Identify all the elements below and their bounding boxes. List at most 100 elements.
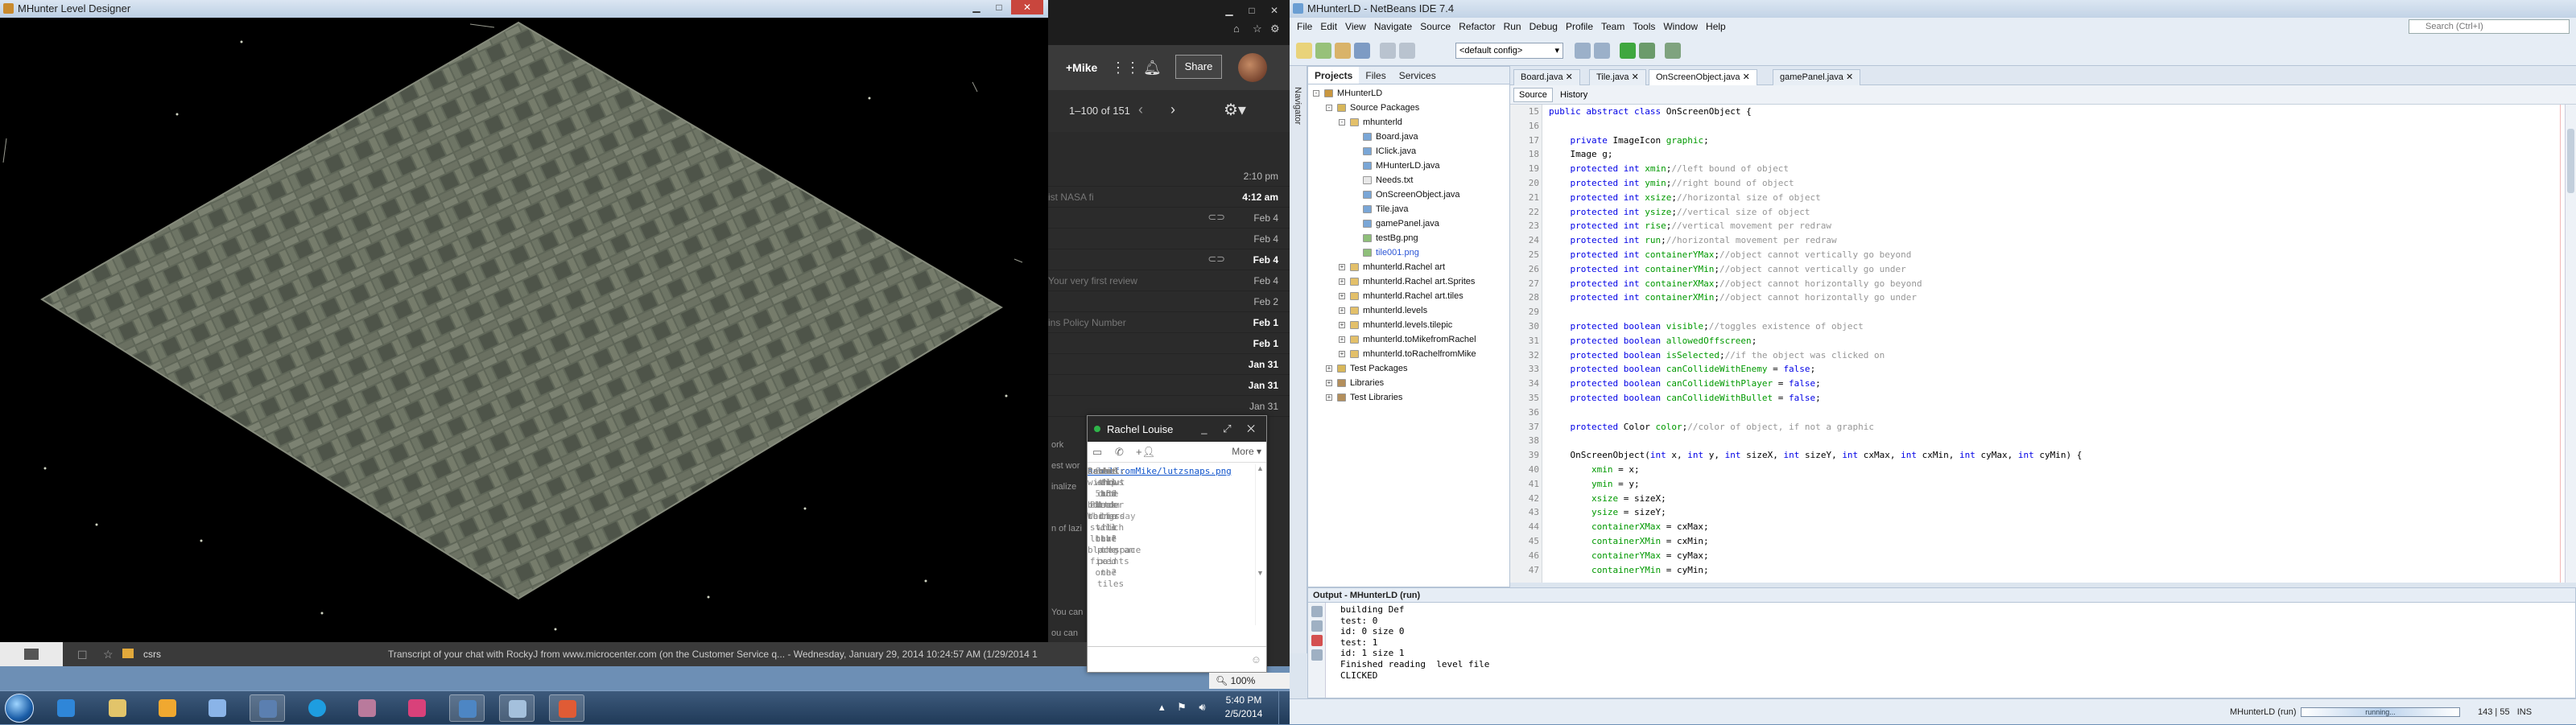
code-line[interactable]: ysize = sizeY;	[1549, 507, 1666, 517]
config-select[interactable]: <default config> ▾	[1455, 43, 1563, 59]
paint-taskbar-icon[interactable]	[200, 694, 235, 722]
output-title[interactable]: Output - MHunterLD (run)	[1308, 588, 2575, 603]
system-tray-icons[interactable]: ▴ ⚑ 🔊︎	[1159, 701, 1211, 714]
tree-node[interactable]: + mhunterld.toRachelfromMike	[1308, 347, 1509, 361]
running-task[interactable]: MHunterLD (run)	[2230, 707, 2297, 717]
tree-node[interactable]: Board.java	[1308, 130, 1509, 144]
code-line[interactable]: protected int run;//horizontal movement …	[1549, 235, 1837, 245]
tree-node[interactable]: OnScreenObject.java	[1308, 187, 1509, 202]
build-icon[interactable]	[1575, 43, 1591, 59]
code-line[interactable]: xsize = sizeX;	[1549, 493, 1666, 504]
tree-node[interactable]: + mhunterld.levels	[1308, 303, 1509, 318]
mail-fragment[interactable]: You can	[1048, 602, 1085, 623]
tree-node[interactable]: + Libraries	[1308, 376, 1509, 390]
mail-row[interactable]: Feb 1	[1048, 333, 1290, 354]
navigator-strip[interactable]: Navigator	[1290, 66, 1307, 653]
tree-node[interactable]: - mhunterld	[1308, 115, 1509, 130]
tree-node[interactable]: gamePanel.java	[1308, 216, 1509, 231]
code-line[interactable]: protected int containerYMin;//object can…	[1549, 264, 1906, 274]
menu-tools[interactable]: Tools	[1629, 18, 1659, 35]
minimize-button[interactable]: ▁	[966, 0, 987, 14]
tab-projects[interactable]: Projects	[1308, 67, 1360, 84]
tree-node[interactable]: + Test Libraries	[1308, 390, 1509, 405]
maximize-button[interactable]: □	[1241, 3, 1262, 18]
tool-taskbar-icon[interactable]	[349, 694, 385, 722]
menu-refactor[interactable]: Refactor	[1455, 18, 1499, 35]
mail-row[interactable]: ⊂⊃ Feb 4	[1048, 208, 1290, 229]
source-view-button[interactable]: Source	[1513, 88, 1553, 102]
notes-taskbar-icon[interactable]	[499, 694, 535, 722]
folder-label[interactable]: csrs	[143, 649, 161, 660]
mail-fragment[interactable]	[1048, 581, 1085, 602]
share-button[interactable]: Share	[1175, 55, 1222, 79]
code-line[interactable]: protected Color color;//color of object,…	[1549, 422, 1875, 432]
message-icon-box[interactable]	[0, 642, 63, 666]
chat-scrollbar[interactable]: ▲ ▼	[1255, 464, 1265, 625]
close-icon[interactable]: ✕	[1740, 72, 1750, 82]
menu-window[interactable]: Window	[1659, 18, 1702, 35]
mail-fragment[interactable]: n of lazi	[1048, 518, 1085, 539]
mail-row[interactable]: ins Policy Number Feb 1	[1048, 312, 1290, 333]
java-taskbar-icon[interactable]	[549, 694, 584, 722]
tab-services[interactable]: Services	[1393, 67, 1443, 84]
code-line[interactable]: protected boolean canCollideWithBullet =…	[1549, 393, 1821, 403]
code-line[interactable]: protected int rise;//vertical movement p…	[1549, 220, 1832, 231]
scroll-thumb[interactable]	[2567, 129, 2574, 193]
settings-icon[interactable]	[1311, 649, 1323, 661]
profile-icon[interactable]	[1665, 43, 1681, 59]
chevron-left-icon[interactable]: ‹	[1138, 101, 1143, 118]
maximize-button[interactable]: □	[989, 0, 1009, 14]
code-editor[interactable]: public abstract class OnScreenObject { p…	[1542, 105, 2565, 583]
tree-node[interactable]: + mhunterld.Rachel art.Sprites	[1308, 274, 1509, 289]
menu-help[interactable]: Help	[1702, 18, 1730, 35]
code-line[interactable]: protected int containerXMax;//object can…	[1549, 278, 1922, 289]
close-icon[interactable]: ✕	[1629, 72, 1639, 82]
editor-tab[interactable]: gamePanel.java ✕	[1773, 69, 1861, 85]
expand-icon[interactable]: +	[1339, 278, 1345, 285]
expand-icon[interactable]: +	[1339, 293, 1345, 299]
tree-node[interactable]: Tile.java	[1308, 202, 1509, 216]
mail-fragment[interactable]	[1048, 560, 1085, 581]
code-line[interactable]: protected boolean allowedOffscreen;	[1549, 336, 1757, 346]
code-line[interactable]: private ImageIcon graphic;	[1549, 135, 1709, 146]
menu-source[interactable]: Source	[1416, 18, 1455, 35]
code-line[interactable]: xmin = x;	[1549, 464, 1640, 475]
menu-file[interactable]: File	[1293, 18, 1316, 35]
mail-row[interactable]: Jan 31	[1048, 375, 1290, 396]
code-line[interactable]: protected boolean canCollideWithPlayer =…	[1549, 378, 1821, 389]
mail-fragment[interactable]: ou can	[1048, 623, 1085, 644]
show-desktop-button[interactable]	[1278, 691, 1290, 725]
mail-row[interactable]: Jan 31	[1048, 354, 1290, 375]
call-icon[interactable]: ✆	[1115, 446, 1124, 459]
rerun-different-icon[interactable]	[1311, 620, 1323, 632]
zoom-level[interactable]: 🔍︎ 100%	[1209, 673, 1290, 689]
tree-node[interactable]: + mhunterld.levels.tilepic	[1308, 318, 1509, 332]
editor-tab[interactable]: Tile.java ✕	[1589, 69, 1646, 85]
tree-node[interactable]: + mhunterld.toMikefromRachel	[1308, 332, 1509, 347]
expand-icon[interactable]: +	[1339, 336, 1345, 343]
code-line[interactable]: protected int containerYMax;//object can…	[1549, 249, 1912, 260]
close-button[interactable]: ✕	[1011, 0, 1043, 14]
menu-navigate[interactable]: Navigate	[1370, 18, 1416, 35]
add-people-icon[interactable]: +👤︎	[1136, 446, 1155, 459]
rerun-icon[interactable]	[1311, 606, 1323, 617]
expand-icon[interactable]: +	[1339, 264, 1345, 270]
mail-fragment[interactable]: inalize	[1048, 476, 1085, 497]
virtualbox-taskbar-icon[interactable]	[250, 694, 285, 722]
ie-taskbar-icon[interactable]	[48, 694, 84, 722]
isometric-tile-board[interactable]	[0, 18, 1048, 642]
stop-icon[interactable]	[1311, 635, 1323, 646]
collapse-icon[interactable]: -	[1313, 90, 1319, 97]
mail-row[interactable]: Feb 2	[1048, 291, 1290, 312]
chat-window-controls[interactable]: _ ⤢ ✕	[1201, 422, 1261, 435]
new-project-icon[interactable]	[1315, 43, 1331, 59]
expand-icon[interactable]: +	[1326, 380, 1332, 386]
redo-icon[interactable]	[1399, 43, 1415, 59]
tree-node[interactable]: tile001.png	[1308, 245, 1509, 260]
code-line[interactable]: protected boolean canCollideWithEnemy = …	[1549, 364, 1816, 374]
mail-row[interactable]: Your very first review Feb 4	[1048, 270, 1290, 291]
code-line[interactable]: ymin = y;	[1549, 479, 1640, 489]
tree-node[interactable]: Needs.txt	[1308, 173, 1509, 187]
tree-node[interactable]: + Test Packages	[1308, 361, 1509, 376]
star-icon[interactable]: ☆	[1253, 23, 1262, 35]
